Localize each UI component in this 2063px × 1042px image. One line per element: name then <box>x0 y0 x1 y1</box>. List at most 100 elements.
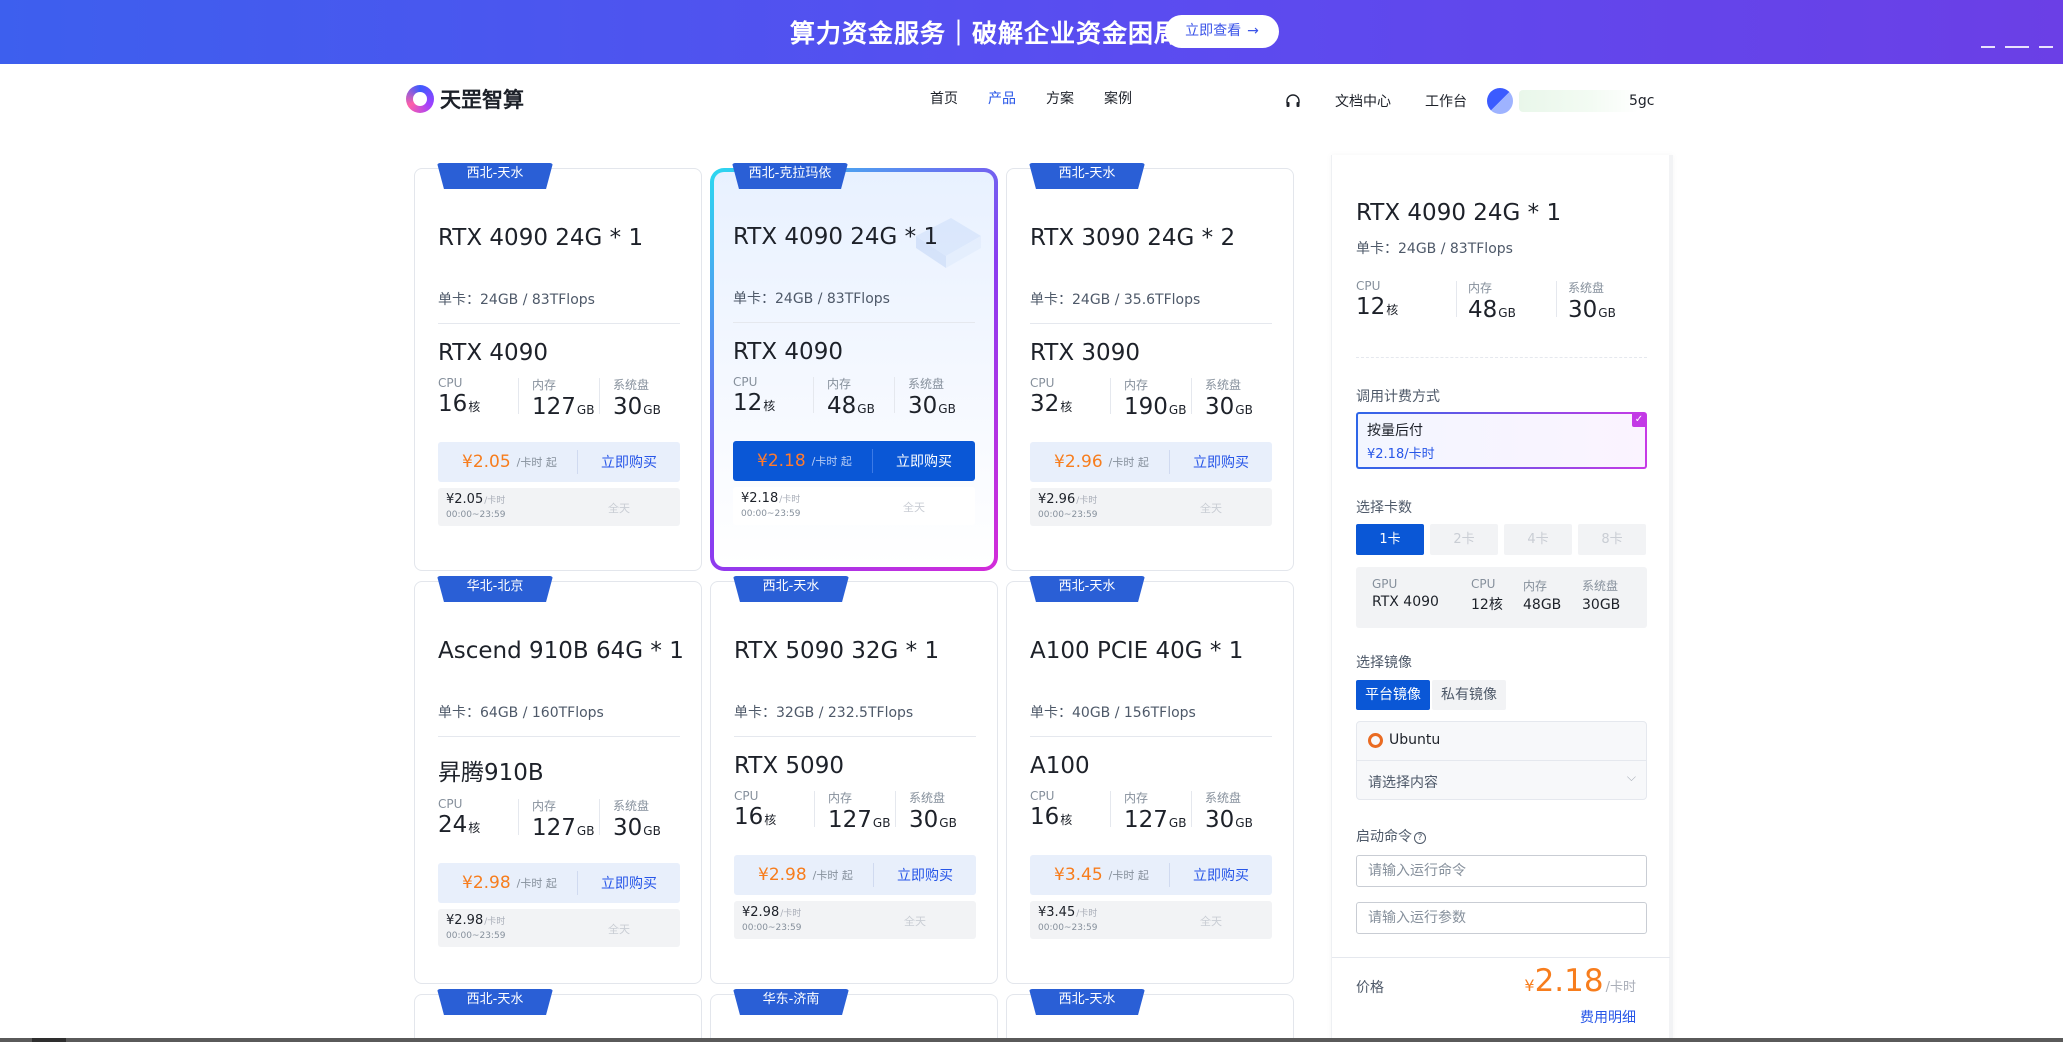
count-option-2[interactable]: 2卡 <box>1430 524 1498 555</box>
help-icon[interactable]: ? <box>1414 832 1426 844</box>
docs-link[interactable]: 文档中心 <box>1335 91 1391 111</box>
tab-private-image[interactable]: 私有镜像 <box>1432 680 1506 710</box>
dash-decoration <box>2039 46 2053 48</box>
mem-label: 内存 <box>1124 378 1149 392</box>
buy-now-button[interactable]: 立即购买 <box>873 451 975 471</box>
cpu-label: CPU <box>438 376 463 390</box>
product-card[interactable]: 华北-北京 Ascend 910B 64G * 1 单卡：64GB / 160T… <box>414 576 702 984</box>
disk-value: 30 <box>1568 297 1598 323</box>
card-price: ¥2.18 <box>757 451 806 471</box>
product-card[interactable]: 西北-天水 RTX 5090 32G * 1 单卡：32GB / 232.5TF… <box>710 576 998 984</box>
divider <box>1356 357 1647 358</box>
region-tag: 西北-天水 <box>437 163 553 189</box>
disk-value: 30 <box>613 815 643 841</box>
time-range: 00:00~23:59 <box>446 931 506 941</box>
region-tag: 西北-克拉玛依 <box>732 163 848 189</box>
args-input[interactable]: 请输入运行参数 <box>1356 902 1647 934</box>
mem-unit: GB <box>576 824 595 838</box>
logo[interactable]: 天罡智算 <box>406 84 524 114</box>
count-option-1[interactable]: 1卡 <box>1356 524 1424 555</box>
nav-link-home[interactable]: 首页 <box>930 88 958 108</box>
logo-text: 天罡智算 <box>440 88 524 112</box>
time-price: ¥2.98 <box>742 905 780 920</box>
disk-label: 系统盘 <box>613 378 650 392</box>
command-input[interactable]: 请输入运行命令 <box>1356 855 1647 887</box>
gpu-value: RTX 4090 <box>1372 594 1439 610</box>
region-tag: 西北-天水 <box>1029 163 1145 189</box>
chevron-down-icon[interactable]: ⌵ <box>1627 770 1636 785</box>
price-row: ¥2.05/卡时 起 立即购买 <box>438 442 680 482</box>
buy-now-button[interactable]: 立即购买 <box>578 452 680 472</box>
mem-label: 内存 <box>532 378 557 392</box>
product-card-partial[interactable]: 西北-天水 <box>1006 989 1294 1042</box>
arrow-right-icon: → <box>1247 23 1259 39</box>
cpu-label: CPU <box>438 797 463 811</box>
scrollbar-thumb[interactable] <box>32 1038 66 1042</box>
total-value: 2.18 <box>1534 963 1604 999</box>
disk-value: 30 <box>1205 394 1235 420</box>
headset-icon[interactable] <box>1285 93 1301 109</box>
tab-platform-image[interactable]: 平台镜像 <box>1356 680 1430 710</box>
cpu-label: CPU <box>1356 279 1381 293</box>
cpu-unit: 核 <box>1060 400 1073 414</box>
card-model: RTX 4090 <box>733 339 843 365</box>
image-os[interactable]: Ubuntu <box>1368 732 1440 748</box>
price-suffix: /卡时 起 <box>811 455 852 468</box>
card-price: ¥2.96 <box>1054 452 1103 472</box>
disk-value: 30 <box>1205 807 1235 833</box>
card-title: RTX 5090 32G * 1 <box>734 638 940 664</box>
card-title: RTX 3090 24G * 2 <box>1030 225 1236 251</box>
card-model: 昇腾910B <box>438 760 544 786</box>
nav-link-cases[interactable]: 案例 <box>1104 88 1132 108</box>
billing-option-pay-as-you-go[interactable]: 按量后付 ¥2.18/卡时 ✓ <box>1356 412 1647 469</box>
cpu-unit: 核 <box>763 399 776 413</box>
time-price-row: ¥2.18/卡时 00:00~23:59 全天 <box>733 487 975 525</box>
panel-single-spec: 单卡：24GB / 83TFlops <box>1356 241 1513 257</box>
product-card[interactable]: 西北-天水 RTX 3090 24G * 2 单卡：24GB / 35.6TFl… <box>1006 163 1294 571</box>
disk-value: 30 <box>909 807 939 833</box>
divider <box>438 736 680 737</box>
card-price: ¥2.98 <box>462 873 511 893</box>
product-card-partial[interactable]: 西北-天水 <box>414 989 702 1042</box>
divider <box>1030 323 1272 324</box>
time-unit: /卡时 <box>1076 496 1098 506</box>
all-day-label: 全天 <box>608 923 630 936</box>
image-tabs: 平台镜像 私有镜像 <box>1356 680 1506 710</box>
avatar[interactable] <box>1487 88 1513 114</box>
disk-value: 30GB <box>1582 597 1621 613</box>
card-price: ¥3.45 <box>1054 865 1103 885</box>
card-single-spec: 单卡：24GB / 35.6TFlops <box>1030 292 1201 308</box>
bottom-scrollbar[interactable] <box>0 1038 2063 1042</box>
workspace-link[interactable]: 工作台 <box>1425 91 1467 111</box>
card-price: ¥2.05 <box>462 452 511 472</box>
banner-view-button[interactable]: 立即查看 → <box>1165 15 1279 48</box>
buy-now-button[interactable]: 立即购买 <box>578 873 680 893</box>
image-version-select[interactable]: 请选择内容 <box>1368 772 1438 792</box>
total-unit: /卡时 <box>1605 980 1636 995</box>
username-blurred <box>1519 90 1639 112</box>
panel-specs: CPU 12核 内存 48GB 系统盘 30GB <box>1356 279 1656 323</box>
nav-link-solutions[interactable]: 方案 <box>1046 88 1074 108</box>
divider <box>1030 736 1272 737</box>
price-suffix: /卡时 起 <box>812 869 853 882</box>
cpu-value: 12 <box>1356 294 1386 320</box>
buy-now-button[interactable]: 立即购买 <box>1170 865 1272 885</box>
product-card-partial[interactable]: 华东-济南 <box>710 989 998 1042</box>
product-card-selected[interactable]: 西北-克拉玛依 RTX 4090 24G * 1 单卡：24GB / 83TFl… <box>710 163 998 571</box>
time-price: ¥2.98 <box>446 913 484 928</box>
total-currency: ¥ <box>1524 976 1535 995</box>
buy-now-button[interactable]: 立即购买 <box>1170 452 1272 472</box>
count-option-8[interactable]: 8卡 <box>1578 524 1646 555</box>
fee-detail-link[interactable]: 费用明细 <box>1580 1007 1636 1027</box>
product-card[interactable]: 西北-天水 A100 PCIE 40G * 1 单卡：40GB / 156TFl… <box>1006 576 1294 984</box>
time-price: ¥2.05 <box>446 492 484 507</box>
buy-now-button[interactable]: 立即购买 <box>874 865 976 885</box>
product-card[interactable]: 西北-天水 RTX 4090 24G * 1 单卡：24GB / 83TFlop… <box>414 163 702 571</box>
mem-value: 127 <box>532 394 576 420</box>
disk-label: 系统盘 <box>1205 791 1242 805</box>
card-single-spec: 单卡：40GB / 156TFlops <box>1030 705 1196 721</box>
count-option-4[interactable]: 4卡 <box>1504 524 1572 555</box>
nav-link-products[interactable]: 产品 <box>988 88 1016 108</box>
cpu-label: CPU <box>733 375 758 389</box>
divider <box>1332 957 1670 958</box>
